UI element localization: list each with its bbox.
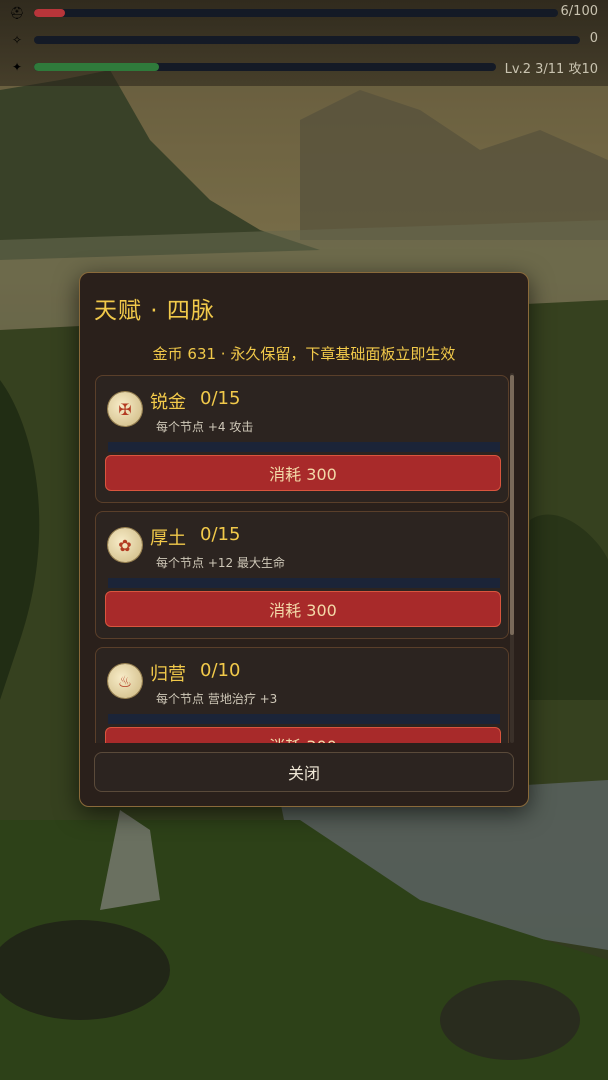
talent-card-ruijin: ✠ 锐金 0/15 每个节点 +4 攻击 消耗 300 bbox=[95, 375, 509, 503]
level-stats-text: Lv.2 3/11 攻10 bbox=[504, 62, 598, 77]
talent-progress-strip bbox=[108, 442, 500, 452]
status-hud: ⛑ 6/100 ✧ 0 ✦ Lv.2 3/11 攻10 bbox=[0, 0, 608, 86]
talent-card-guiying: ♨ 归营 0/10 每个节点 营地治疗 +3 消耗 300 bbox=[95, 647, 509, 743]
talent-card-houtu: ✿ 厚土 0/15 每个节点 +12 最大生命 消耗 300 bbox=[95, 511, 509, 639]
upgrade-button-houtu[interactable]: 消耗 300 bbox=[105, 591, 501, 627]
sword-emblem-icon: ✠ bbox=[108, 392, 142, 426]
experience-bar-fill bbox=[34, 63, 159, 71]
talent-desc: 每个节点 +12 最大生命 bbox=[156, 556, 285, 570]
talent-name: 归营 bbox=[150, 664, 186, 685]
upgrade-button-ruijin[interactable]: 消耗 300 bbox=[105, 455, 501, 491]
talent-level: 0/15 bbox=[200, 524, 241, 545]
close-button[interactable]: 关闭 bbox=[94, 752, 514, 792]
list-scrollbar[interactable] bbox=[510, 373, 514, 743]
energy-value: 0 bbox=[589, 31, 598, 46]
experience-bar-track bbox=[34, 63, 496, 71]
talent-level: 0/10 bbox=[200, 660, 241, 681]
scrollbar-thumb[interactable] bbox=[510, 375, 514, 635]
talent-desc: 每个节点 +4 攻击 bbox=[156, 420, 254, 434]
energy-bar-track bbox=[34, 36, 580, 44]
experience-bar-row: ✦ Lv.2 3/11 攻10 bbox=[8, 57, 600, 77]
helmet-icon: ⛑ bbox=[9, 6, 25, 20]
gold-info-text: 金币 631 · 永久保留，下章基础面板立即生效 bbox=[152, 345, 456, 363]
lotus-emblem-icon: ✿ bbox=[108, 528, 142, 562]
talent-level: 0/15 bbox=[200, 388, 241, 409]
campfire-emblem-icon: ♨ bbox=[108, 664, 142, 698]
talent-progress-strip bbox=[108, 714, 500, 724]
talent-name: 厚土 bbox=[150, 528, 186, 549]
talent-name: 锐金 bbox=[150, 392, 186, 413]
upgrade-button-guiying[interactable]: 消耗 300 bbox=[105, 727, 501, 743]
health-value: 6/100 bbox=[560, 4, 598, 19]
health-bar-fill bbox=[34, 9, 66, 17]
modal-title: 天赋 · 四脉 bbox=[94, 298, 215, 324]
talent-modal: 天赋 · 四脉 金币 631 · 永久保留，下章基础面板立即生效 ✠ 锐金 0/… bbox=[79, 272, 529, 807]
health-bar-track bbox=[34, 9, 558, 17]
leaf-icon: ✦ bbox=[11, 60, 23, 74]
talent-progress-strip bbox=[108, 578, 500, 588]
health-bar-row: ⛑ 6/100 bbox=[8, 3, 600, 23]
compass-icon: ✧ bbox=[11, 33, 23, 47]
talent-desc: 每个节点 营地治疗 +3 bbox=[156, 692, 278, 706]
energy-bar-row: ✧ 0 bbox=[8, 30, 600, 50]
talent-list[interactable]: ✠ 锐金 0/15 每个节点 +4 攻击 消耗 300 ✿ 厚土 0/15 每个… bbox=[94, 373, 514, 743]
